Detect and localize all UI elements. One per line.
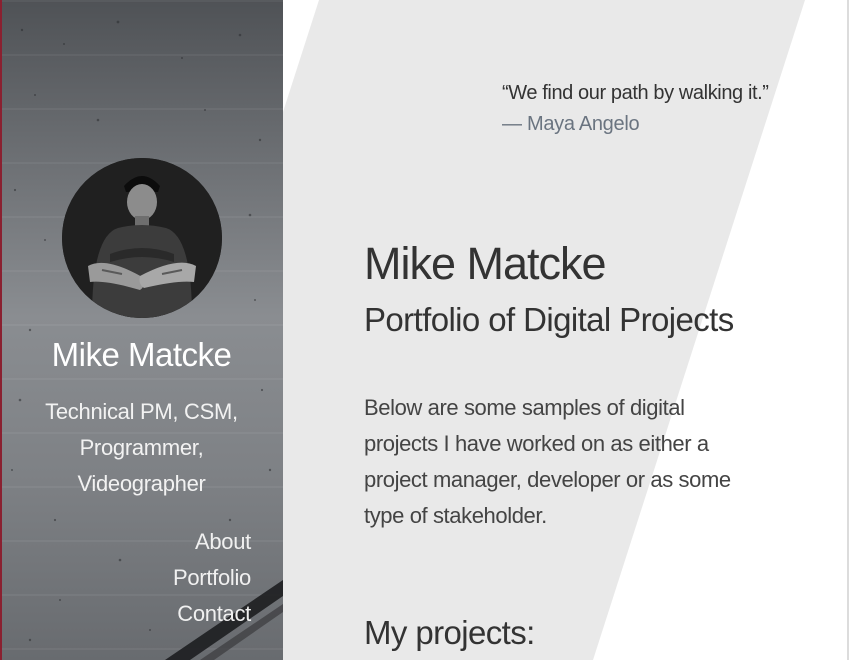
intro-paragraph: Below are some samples of digital projec… bbox=[364, 395, 731, 528]
sidebar-roles: Technical PM, CSM, Programmer, Videograp… bbox=[45, 399, 238, 496]
sidebar-accent-stripe bbox=[0, 0, 2, 660]
nav-link-portfolio[interactable]: Portfolio bbox=[173, 560, 251, 596]
main-content: “We find our path by walking it.” — Maya… bbox=[283, 0, 849, 660]
sidebar-name: Mike Matcke bbox=[51, 336, 232, 373]
sidebar: Mike Matcke Technical PM, CSM, Programme… bbox=[0, 0, 283, 660]
page-subtitle: Portfolio of Digital Projects bbox=[364, 301, 734, 338]
profile-photo bbox=[62, 158, 222, 318]
sidebar-nav: About Portfolio Contact bbox=[173, 524, 251, 632]
nav-link-contact[interactable]: Contact bbox=[173, 596, 251, 632]
quote-author: — Maya Angelo bbox=[502, 113, 640, 135]
avatar bbox=[62, 158, 222, 318]
quote-text: “We find our path by walking it.” bbox=[502, 82, 769, 104]
projects-heading: My projects: bbox=[364, 614, 535, 651]
nav-link-about[interactable]: About bbox=[173, 524, 251, 560]
page-title: Mike Matcke bbox=[364, 238, 607, 289]
